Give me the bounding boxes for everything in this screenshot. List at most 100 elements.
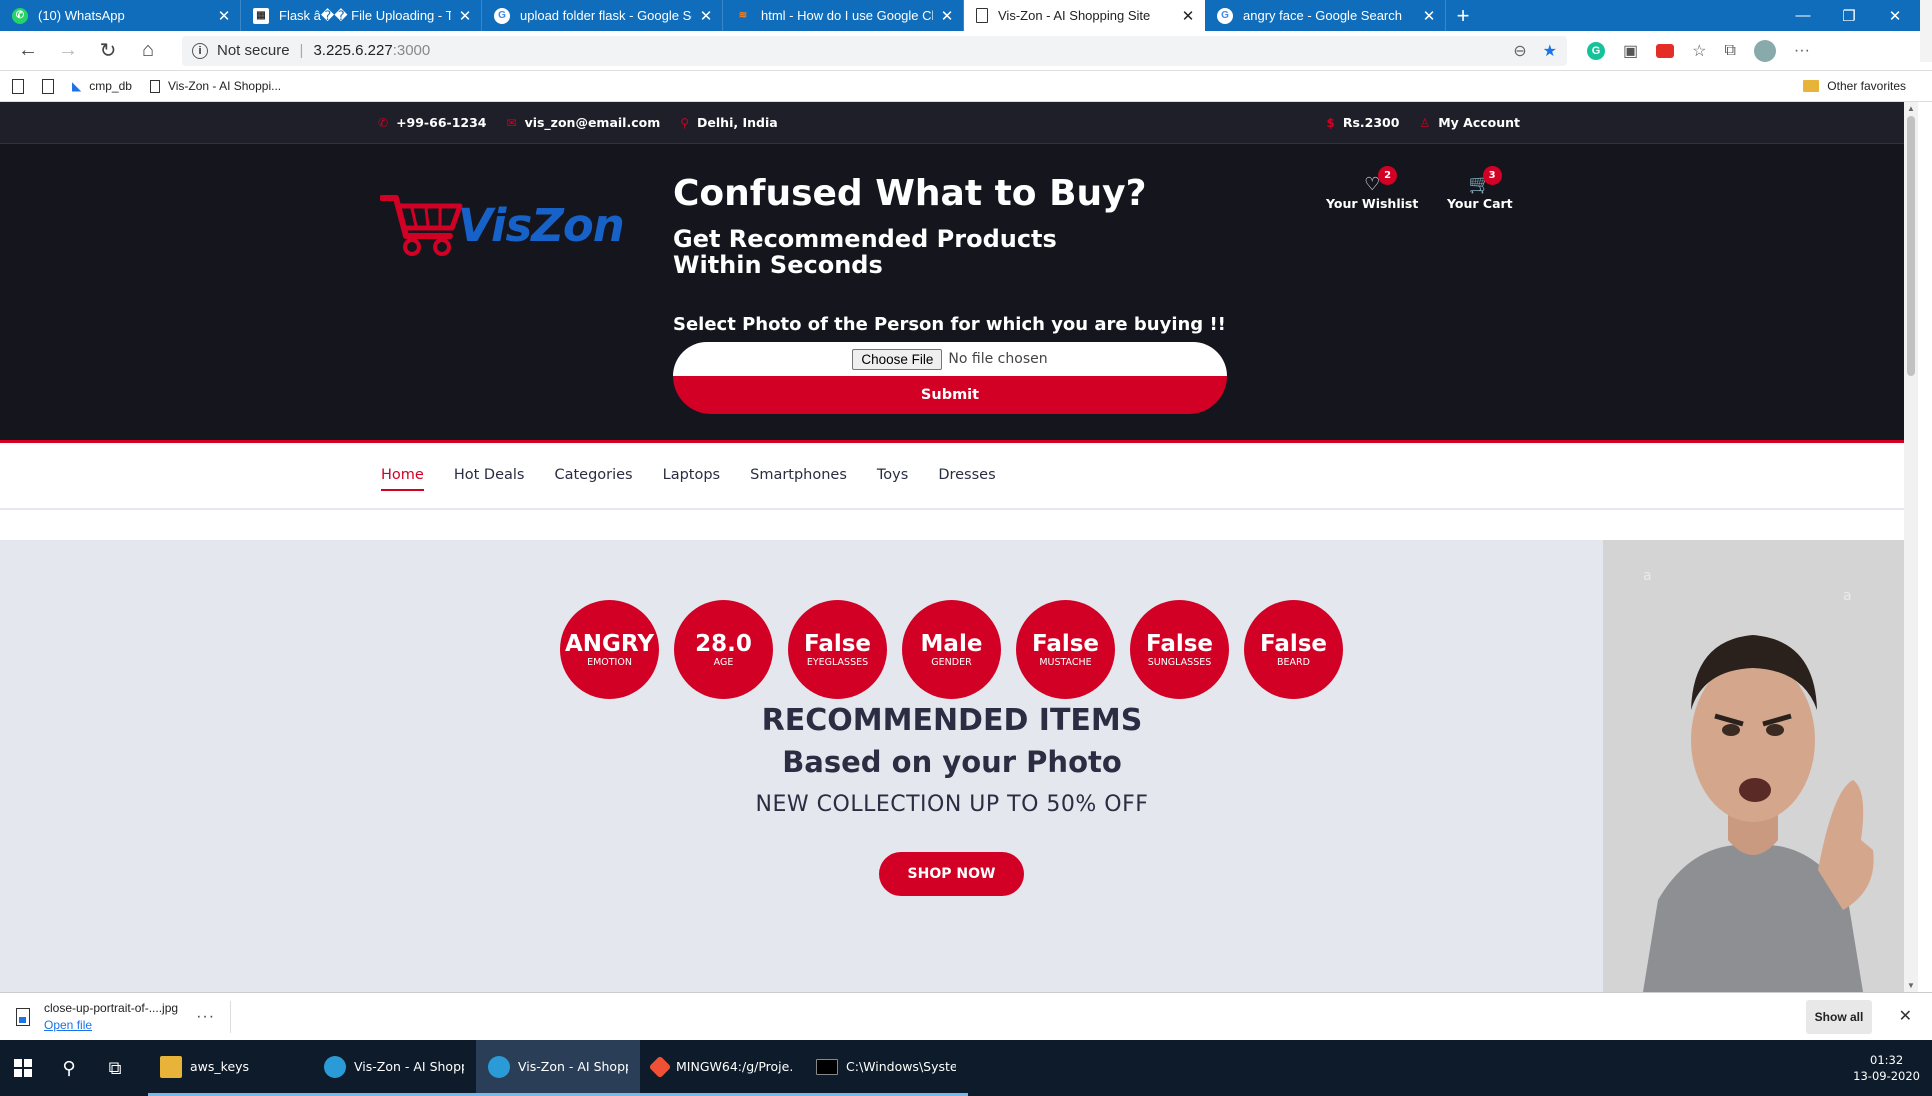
nav-smartphones[interactable]: Smartphones (750, 467, 847, 486)
forward-icon[interactable]: → (48, 39, 88, 62)
close-tab-icon[interactable]: ✕ (939, 7, 955, 25)
recommendation-section: ANGRY EMOTION 28.0 AGE False EYEGLASSES … (0, 540, 1904, 992)
favorite-item[interactable]: Vis-Zon - AI Shoppi... (149, 79, 282, 93)
open-file-link[interactable]: Open file (44, 1018, 178, 1032)
browser-tab[interactable]: G upload folder flask - Google Sea ✕ (482, 0, 723, 31)
page-icon[interactable] (42, 78, 54, 94)
close-tab-icon[interactable]: ✕ (216, 7, 232, 25)
show-all-button[interactable]: Show all (1806, 1000, 1872, 1034)
heart-icon: ♡ 2 (1364, 166, 1398, 196)
currency-link[interactable]: $ Rs.2300 (1326, 115, 1399, 130)
nav-laptops[interactable]: Laptops (663, 467, 720, 486)
dollar-icon: $ (1326, 115, 1335, 130)
nav-home[interactable]: Home (381, 467, 424, 491)
viszon-logo[interactable]: VisZon (380, 192, 625, 258)
wishlist-count-badge: 2 (1378, 166, 1398, 185)
favorites-icon[interactable]: ☆ (1692, 41, 1706, 61)
nav-toys[interactable]: Toys (877, 467, 908, 486)
file-status-text: No file chosen (948, 351, 1048, 367)
back-icon[interactable]: ← (8, 39, 48, 62)
cart-count-badge: 3 (1482, 166, 1502, 185)
new-tab-icon[interactable]: + (1446, 0, 1480, 31)
close-tab-icon[interactable]: ✕ (457, 7, 473, 25)
restore-icon[interactable]: ❐ (1826, 7, 1872, 25)
grammarly-icon[interactable]: G (1587, 41, 1605, 60)
wishlist-link[interactable]: ♡ 2 Your Wishlist (1326, 166, 1418, 211)
taskbar-app[interactable]: Vis-Zon - AI Shoppi... (312, 1040, 476, 1096)
nav-categories[interactable]: Categories (554, 467, 632, 486)
scroll-up-icon[interactable]: ▲ (1904, 104, 1918, 113)
refresh-icon[interactable]: ↻ (88, 38, 128, 63)
address-bar: ← → ↻ ⌂ i Not secure | 3.225.6.227:3000 … (0, 31, 1932, 71)
eyeglasses-badge: False EYEGLASSES (788, 600, 887, 699)
taskbar-app-active[interactable]: Vis-Zon - AI Shoppi... (476, 1040, 640, 1096)
search-icon[interactable]: ⚲ (46, 1040, 92, 1096)
minimize-icon[interactable]: — (1780, 7, 1826, 24)
submit-button[interactable]: Submit (673, 376, 1227, 414)
close-tab-icon[interactable]: ✕ (1180, 7, 1196, 25)
windows-start-icon[interactable] (0, 1040, 46, 1096)
settings-menu-icon[interactable]: ··· (1794, 42, 1810, 60)
favorite-star-icon[interactable]: ★ (1543, 41, 1557, 61)
clock-date: 13-09-2020 (1853, 1069, 1920, 1083)
close-window-icon[interactable]: ✕ (1872, 7, 1918, 25)
taskbar-app-label: aws_keys (190, 1059, 250, 1074)
map-marker-icon: ⚲ (680, 115, 690, 130)
taskbar-app[interactable]: aws_keys (148, 1040, 312, 1096)
more-options-icon[interactable]: ··· (196, 1008, 215, 1026)
system-clock[interactable]: 01:32 13-09-2020 (1853, 1052, 1920, 1084)
beard-badge: False BEARD (1244, 600, 1343, 699)
close-tab-icon[interactable]: ✕ (698, 7, 714, 25)
favorite-item[interactable]: ◣ cmp_db (72, 79, 132, 93)
task-view-icon[interactable]: ⧉ (92, 1040, 138, 1096)
svg-text:a: a (1843, 588, 1852, 604)
google-icon: G (494, 7, 510, 24)
file-input[interactable]: Choose File No file chosen (673, 342, 1227, 376)
taskbar-app-label: Vis-Zon - AI Shoppi... (354, 1059, 464, 1074)
badge-value: Male (920, 630, 983, 657)
browser-tab[interactable]: ≋ html - How do I use Google Chr ✕ (723, 0, 964, 31)
collections-icon[interactable]: ⧉ (1724, 42, 1735, 60)
scrollbar-thumb[interactable] (1907, 116, 1915, 376)
browser-tab-strip: ✆ (10) WhatsApp ✕ ▦ Flask â�� File Uploa… (0, 0, 1932, 31)
extension-icon[interactable]: ▣ (1623, 41, 1638, 61)
my-account-link[interactable]: ♙ My Account (1419, 115, 1520, 130)
shop-now-button[interactable]: SHOP NOW (879, 852, 1024, 896)
profile-avatar[interactable] (1753, 39, 1776, 62)
windows-taskbar: ⚲ ⧉ aws_keys Vis-Zon - AI Shoppi... Vis-… (0, 1040, 1932, 1096)
cart-link[interactable]: 🛒 3 Your Cart (1447, 166, 1513, 211)
gender-badge: Male GENDER (902, 600, 1001, 699)
browser-tab[interactable]: ✆ (10) WhatsApp ✕ (0, 0, 241, 31)
badge-label: EMOTION (587, 656, 632, 668)
youtube-extension-icon[interactable] (1656, 43, 1675, 58)
url-input[interactable]: i Not secure | 3.225.6.227:3000 ⊖ ★ (182, 35, 1567, 66)
location-link[interactable]: ⚲ Delhi, India (680, 115, 777, 130)
page-icon[interactable] (12, 78, 24, 94)
page-favicon-icon: ▦ (253, 7, 269, 24)
close-tab-icon[interactable]: ✕ (1421, 7, 1437, 25)
scroll-down-icon[interactable]: ▼ (1904, 981, 1918, 990)
browser-tab[interactable]: G angry face - Google Search ✕ (1205, 0, 1446, 31)
browser-tab-active[interactable]: Vis-Zon - AI Shopping Site ✕ (964, 0, 1205, 31)
close-downloads-icon[interactable]: ✕ (1899, 1006, 1912, 1026)
info-icon[interactable]: i (192, 42, 208, 59)
browser-tab[interactable]: ▦ Flask â�� File Uploading - Tuto ✕ (241, 0, 482, 31)
other-favorites[interactable]: Other favorites (1803, 79, 1906, 93)
main-navigation: Home Hot Deals Categories Laptops Smartp… (0, 444, 1904, 510)
taskbar-app[interactable]: C:\Windows\Syste... (804, 1040, 968, 1096)
nav-hot-deals[interactable]: Hot Deals (454, 467, 525, 486)
download-item[interactable]: close-up-portrait-of-....jpg Open file (44, 1001, 178, 1032)
taskbar-app[interactable]: MINGW64:/g/Proje... (640, 1040, 804, 1096)
page-scrollbar[interactable]: ▲ ▼ (1904, 102, 1918, 992)
svg-text:a: a (1643, 568, 1652, 584)
home-icon[interactable]: ⌂ (128, 39, 168, 62)
favorite-label: Vis-Zon - AI Shoppi... (167, 79, 282, 93)
folder-icon (1803, 80, 1820, 92)
choose-file-button[interactable]: Choose File (852, 348, 943, 370)
phone-link[interactable]: ✆ +99-66-1234 (378, 115, 487, 130)
nav-dresses[interactable]: Dresses (938, 467, 995, 486)
email-link[interactable]: ✉ vis_zon@email.com (507, 115, 661, 130)
zoom-icon[interactable]: ⊖ (1513, 41, 1526, 61)
favorite-label: cmp_db (89, 79, 132, 93)
extensions-area: G ▣ ☆ ⧉ ··· (1587, 39, 1810, 62)
